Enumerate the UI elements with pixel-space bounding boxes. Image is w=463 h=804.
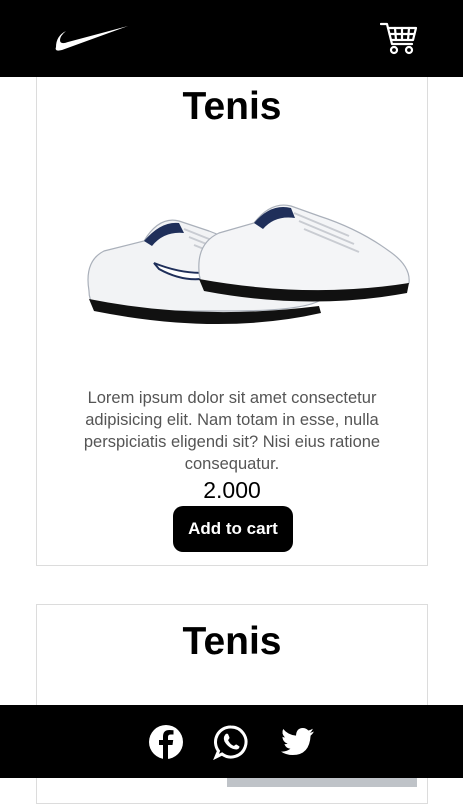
top-navigation-bar [0,0,463,77]
product-feed: Tenis Lorem ipsum dolor sit amet consect… [0,0,463,804]
whatsapp-icon[interactable] [213,724,249,760]
facebook-icon[interactable] [148,724,184,760]
add-to-cart-button[interactable]: Add to cart [173,506,293,552]
nike-swoosh-icon[interactable] [54,22,130,52]
footer-bar [0,705,463,778]
product-price: 2.000 [203,477,261,503]
product-title: Tenis [182,620,282,663]
product-description: Lorem ipsum dolor sit amet consectetur a… [83,389,381,473]
twitter-icon[interactable] [280,724,316,760]
shoe-image [87,204,410,325]
product-card: Tenis Lorem ipsum dolor sit amet consect… [36,60,428,566]
shopping-cart-icon[interactable] [380,20,418,56]
product-title: Tenis [182,85,282,128]
